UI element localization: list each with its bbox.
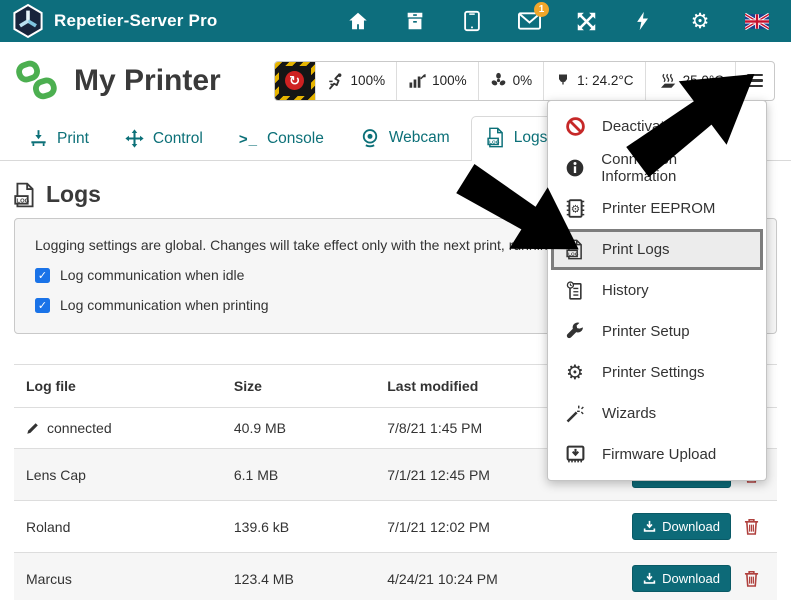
log-idle-checkbox[interactable]: ✓ — [35, 268, 50, 283]
connection-link-icon — [14, 60, 60, 102]
download-button[interactable]: Download — [632, 513, 731, 540]
svg-text:LOG: LOG — [489, 139, 500, 145]
menu-item-connection-information[interactable]: Connection Information — [548, 147, 766, 188]
fullscreen-icon[interactable] — [574, 9, 598, 33]
tab-webcam[interactable]: Webcam — [345, 118, 465, 160]
gear-icon: ⚙ — [566, 363, 584, 383]
firmware-upload-icon — [565, 444, 586, 465]
log-size: 123.4 MB — [226, 553, 379, 600]
log-modified: 7/1/21 12:02 PM — [379, 501, 624, 553]
svg-text:⚙: ⚙ — [570, 203, 579, 215]
table-row: Roland 139.6 kB 7/1/21 12:02 PM Download — [14, 501, 777, 553]
heated-bed-icon — [657, 72, 677, 90]
hamburger-icon — [747, 74, 763, 88]
tab-console[interactable]: >_ Console — [224, 120, 339, 160]
flow-multiplier[interactable]: 100% — [396, 62, 478, 100]
speed-value: 100% — [351, 73, 386, 88]
page: Repetier-Server Pro 1 — [0, 0, 791, 600]
fan-control[interactable]: 0% — [478, 62, 544, 100]
gear-icon[interactable]: ⚙ — [688, 9, 712, 33]
svg-text:LOG: LOG — [17, 198, 30, 204]
uk-flag-icon[interactable] — [745, 9, 769, 33]
home-icon[interactable] — [346, 9, 370, 33]
extruder-temperature[interactable]: 1: 24.2°C — [543, 62, 644, 100]
col-log-file: Log file — [14, 365, 226, 408]
speed-multiplier[interactable]: 100% — [315, 62, 397, 100]
top-navbar: Repetier-Server Pro 1 — [0, 0, 791, 42]
log-idle-label: Log communication when idle — [60, 267, 244, 283]
log-modified: 4/24/21 10:24 PM — [379, 553, 624, 600]
log-name: Marcus — [26, 571, 72, 587]
runner-icon — [327, 72, 345, 90]
tab-print[interactable]: Print — [14, 119, 104, 160]
log-file-icon: LOG — [14, 182, 36, 208]
pencil-icon — [26, 421, 40, 435]
info-icon — [565, 158, 585, 178]
log-printing-label: Log communication when printing — [60, 297, 269, 313]
flow-icon — [408, 72, 426, 90]
delete-icon[interactable] — [744, 570, 759, 587]
estop-reset-icon: ↻ — [285, 71, 304, 90]
emergency-stop-button[interactable]: ↻ — [275, 62, 315, 100]
menu-item-history[interactable]: History — [548, 270, 766, 311]
menu-item-printer-settings[interactable]: ⚙ Printer Settings — [548, 352, 766, 393]
log-file-icon: LOG — [487, 127, 505, 148]
deactivate-icon — [565, 116, 586, 137]
tab-control[interactable]: Control — [110, 119, 218, 160]
log-printing-checkbox[interactable]: ✓ — [35, 298, 50, 313]
extruder-value: 1: 24.2°C — [577, 73, 633, 88]
col-size: Size — [226, 365, 379, 408]
log-size: 139.6 kB — [226, 501, 379, 553]
menu-item-printer-eeprom[interactable]: ⚙ Printer EEPROM — [548, 188, 766, 229]
extruder-icon — [555, 72, 571, 89]
delete-icon[interactable] — [744, 518, 759, 535]
menu-item-print-logs[interactable]: LOG Print Logs — [551, 229, 763, 270]
history-icon — [565, 280, 585, 301]
bolt-icon[interactable] — [631, 9, 655, 33]
download-icon — [643, 520, 656, 533]
log-name: connected — [47, 420, 112, 436]
menu-item-firmware-upload[interactable]: Firmware Upload — [548, 434, 766, 475]
printer-dropdown-menu: Deactivate Connection Information ⚙ Prin… — [547, 100, 767, 481]
download-button[interactable]: Download — [632, 565, 731, 592]
log-size: 6.1 MB — [226, 449, 379, 501]
eeprom-icon: ⚙ — [565, 198, 586, 219]
wand-icon — [565, 404, 585, 424]
menu-item-deactivate[interactable]: Deactivate — [548, 106, 766, 147]
console-icon: >_ — [239, 131, 258, 148]
fan-icon — [490, 72, 507, 89]
move-icon — [125, 129, 144, 148]
server-box-icon[interactable] — [403, 9, 427, 33]
messages-icon[interactable]: 1 — [517, 9, 541, 33]
flow-value: 100% — [432, 73, 467, 88]
log-file-icon: LOG — [566, 239, 584, 260]
log-name: Lens Cap — [26, 467, 86, 483]
menu-item-printer-setup[interactable]: Printer Setup — [548, 311, 766, 352]
wrench-icon — [565, 322, 585, 342]
bed-value: 25.0°C — [683, 73, 724, 88]
log-size: 40.9 MB — [226, 408, 379, 449]
navbar-icons: 1 ⚙ — [346, 9, 779, 33]
printer-name: My Printer — [74, 64, 221, 98]
svg-text:LOG: LOG — [568, 251, 579, 257]
log-name: Roland — [26, 519, 70, 535]
fan-value: 0% — [513, 73, 533, 88]
print-icon — [29, 129, 48, 148]
download-icon — [643, 572, 656, 585]
printer-menu-button[interactable] — [735, 62, 774, 100]
table-row: Marcus 123.4 MB 4/24/21 10:24 PM Downloa… — [14, 553, 777, 600]
menu-item-wizards[interactable]: Wizards — [548, 393, 766, 434]
message-count-badge: 1 — [534, 2, 549, 17]
webcam-icon — [360, 128, 380, 148]
app-title: Repetier-Server Pro — [54, 11, 217, 31]
repetier-logo-icon — [12, 3, 44, 39]
touchscreen-icon[interactable] — [460, 9, 484, 33]
bed-temperature[interactable]: 25.0°C — [645, 62, 735, 100]
printer-status-toolbar: ↻ 100% 100% — [274, 61, 775, 101]
